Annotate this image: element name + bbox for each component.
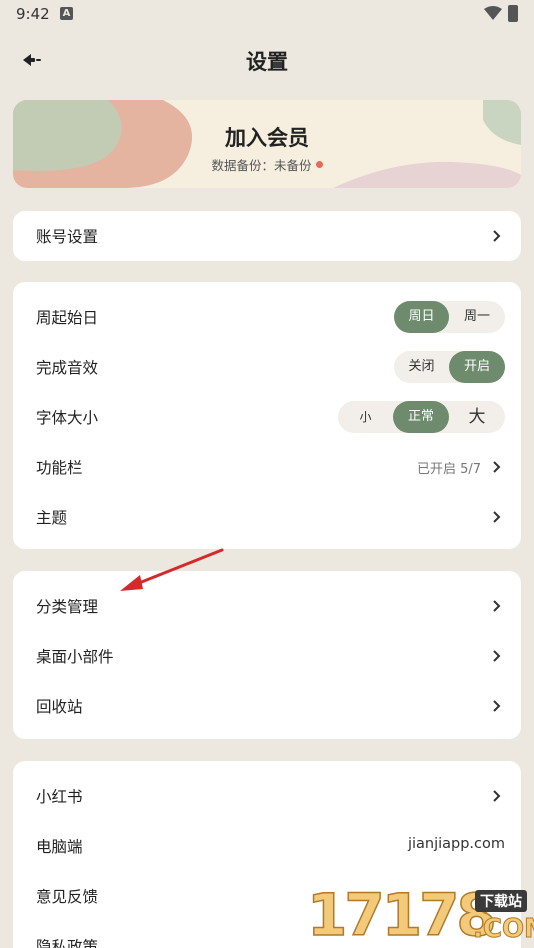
desktop-url[interactable]: jianjiapp.com <box>408 836 505 852</box>
sound-toggle[interactable]: 关闭 开启 <box>394 351 505 383</box>
chevron-right-icon <box>493 461 501 473</box>
manage-card: 分类管理 桌面小部件 回收站 <box>13 571 521 739</box>
chevron-right-icon <box>493 650 501 662</box>
status-bar: 9:42 A <box>0 0 534 28</box>
desktop-row[interactable]: 电脑端 jianjiapp.com <box>13 821 521 871</box>
chevron-right-icon <box>493 700 501 712</box>
xiaohongshu-row[interactable]: 小红书 <box>13 771 521 821</box>
category-label: 分类管理 <box>36 598 99 616</box>
week-start-sunday[interactable]: 周日 <box>394 301 449 333</box>
week-start-label: 周起始日 <box>36 309 99 327</box>
theme-label: 主题 <box>36 509 68 527</box>
font-size-large[interactable]: 大 <box>449 401 505 433</box>
trash-label: 回收站 <box>36 698 83 716</box>
sound-off[interactable]: 关闭 <box>394 351 449 383</box>
theme-row[interactable]: 主题 <box>13 492 521 542</box>
account-settings-row[interactable]: 账号设置 <box>13 211 521 261</box>
status-time: 9:42 <box>16 5 50 23</box>
toolbar-row[interactable]: 功能栏 已开启 5/7 <box>13 442 521 492</box>
vip-banner[interactable]: 加入会员 数据备份：未备份 <box>13 100 521 188</box>
wifi-icon <box>484 6 502 20</box>
watermark-tag: 下载站 <box>475 890 527 912</box>
notification-icon: A <box>60 7 73 20</box>
watermark: 17178 下载站 .COM <box>305 880 534 948</box>
unbacked-dot-icon <box>315 161 323 168</box>
desktop-label: 电脑端 <box>36 838 83 856</box>
widget-label: 桌面小部件 <box>36 648 114 666</box>
battery-icon <box>508 5 518 22</box>
toolbar-value: 已开启 5/7 <box>416 462 481 477</box>
xiaohongshu-label: 小红书 <box>36 788 83 806</box>
week-start-toggle[interactable]: 周日 周一 <box>394 301 505 333</box>
font-size-small[interactable]: 小 <box>338 401 393 433</box>
backup-status: 数据备份：未备份 <box>13 155 521 174</box>
backup-status-text: 数据备份：未备份 <box>211 158 312 173</box>
category-row[interactable]: 分类管理 <box>13 581 521 631</box>
page-title: 设置 <box>246 50 288 74</box>
widget-row[interactable]: 桌面小部件 <box>13 631 521 681</box>
account-card: 账号设置 <box>13 211 521 261</box>
vip-title: 加入会员 <box>225 126 309 150</box>
account-settings-label: 账号设置 <box>36 228 99 246</box>
chevron-right-icon <box>493 511 501 523</box>
chevron-right-icon <box>493 230 501 242</box>
feedback-label: 意见反馈 <box>36 888 99 906</box>
privacy-label: 隐私政策 <box>36 938 99 948</box>
font-size-row: 字体大小 小 正常 大 <box>13 392 521 442</box>
general-settings-card: 周起始日 周日 周一 完成音效 关闭 开启 字体大小 小 正常 大 功能栏 已开… <box>13 282 521 549</box>
toolbar-label: 功能栏 <box>36 459 83 477</box>
trash-row[interactable]: 回收站 <box>13 681 521 731</box>
week-start-row: 周起始日 周日 周一 <box>13 292 521 342</box>
sound-on[interactable]: 开启 <box>449 351 505 383</box>
annotation-arrow-icon <box>120 548 224 591</box>
sound-row: 完成音效 关闭 开启 <box>13 342 521 392</box>
font-size-normal[interactable]: 正常 <box>393 401 449 433</box>
font-size-label: 字体大小 <box>36 409 99 427</box>
font-size-toggle[interactable]: 小 正常 大 <box>338 401 505 433</box>
week-start-monday[interactable]: 周一 <box>449 301 505 333</box>
chevron-right-icon <box>493 790 501 802</box>
header: 设置 <box>0 38 534 82</box>
watermark-domain: .COM <box>473 914 534 945</box>
chevron-right-icon <box>493 600 501 612</box>
watermark-number: 17178 <box>306 881 497 948</box>
sound-label: 完成音效 <box>36 359 99 377</box>
